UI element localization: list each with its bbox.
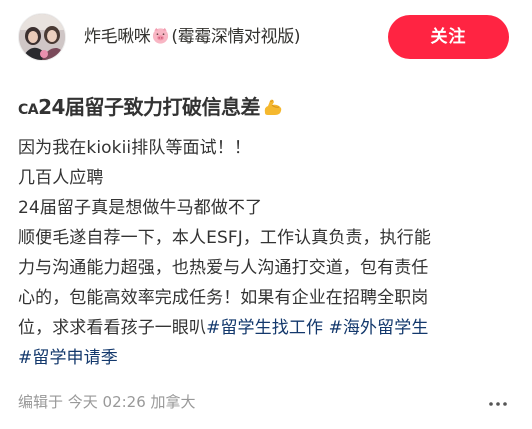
post-title-text: 24届留子致力打破信息差 xyxy=(38,95,260,119)
post-title: CA24届留子致力打破信息差 xyxy=(18,93,284,124)
follow-button[interactable]: 关注 xyxy=(388,15,509,59)
post-body-line: 几百人应聘 xyxy=(18,168,104,188)
author-avatar[interactable] xyxy=(18,13,66,61)
post-header: 炸毛啾咪 (霉霉深情对视版) 关注 xyxy=(0,0,532,76)
more-dots-icon[interactable] xyxy=(486,393,510,413)
post-body-line-with-tags: 位，求求看看孩子一眼叭#留学生找工作 #海外留学生 xyxy=(18,313,518,343)
pig-face-icon xyxy=(151,26,170,45)
post-body-line: 顺便毛遂自荐一下，本人ESFJ，工作认真负责，执行能 xyxy=(18,228,431,248)
author-name-suffix: (霉霉深情对视版) xyxy=(171,27,301,47)
avatar-photo xyxy=(19,14,65,60)
post-body-line: 因为我在kiokii排队等面试！！ xyxy=(18,138,251,158)
post-body-line: 24届留子真是想做牛马都做不了 xyxy=(18,198,263,218)
flexed-biceps-icon xyxy=(262,96,284,118)
post-body: 因为我在kiokii排队等面试！！ 几百人应聘 24届留子真是想做牛马都做不了 … xyxy=(18,133,518,373)
author-name[interactable]: 炸毛啾咪 (霉霉深情对视版) xyxy=(84,25,300,49)
post-title-prefix: CA xyxy=(18,102,39,118)
hashtag-link[interactable]: #海外留学生 xyxy=(329,318,429,338)
post-body-line-with-tags: #留学申请季 xyxy=(18,343,518,373)
post-body-line: 力与沟通能力超强，也热爱与人沟通打交道，包有责任 xyxy=(18,258,429,278)
author-name-prefix: 炸毛啾咪 xyxy=(84,27,151,47)
post-body-line: 心的，包能高效率完成任务！如果有企业在招聘全职岗 xyxy=(18,288,429,308)
hashtag-link[interactable]: #留学生找工作 xyxy=(206,318,323,338)
post-body-text: 位，求求看看孩子一眼叭 xyxy=(18,318,207,338)
hashtag-link[interactable]: #留学申请季 xyxy=(18,348,118,368)
post-edit-meta: 编辑于 今天 02:26 加拿大 xyxy=(18,393,196,411)
